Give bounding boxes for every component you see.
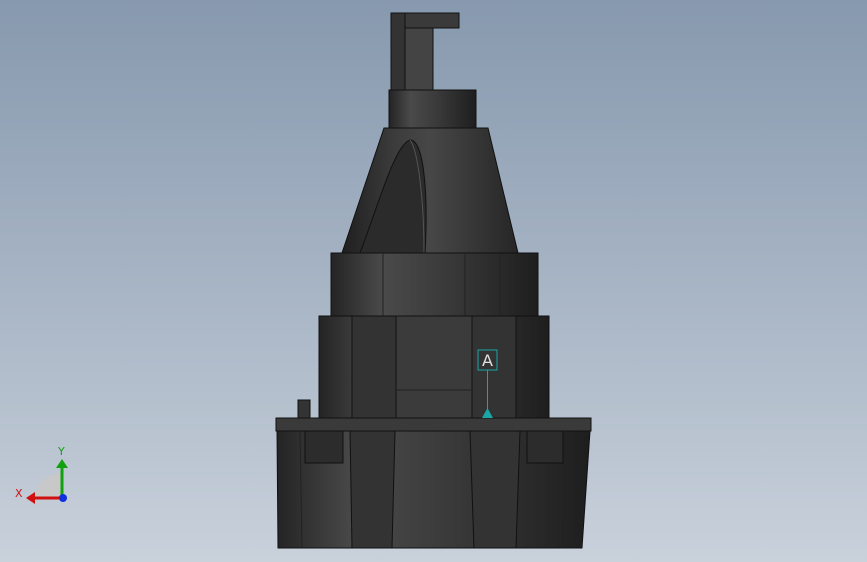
flange — [275, 417, 592, 432]
part-model[interactable] — [275, 12, 592, 549]
datum-a-label: A — [482, 351, 493, 370]
top-collar — [388, 89, 477, 129]
top-hook — [390, 12, 460, 94]
triad-plane-icon — [35, 473, 62, 500]
axis-triad[interactable]: Y X — [15, 445, 68, 504]
pin — [297, 399, 311, 419]
y-axis-label: Y — [57, 445, 65, 458]
upper-cylinder — [330, 252, 539, 317]
z-axis-icon — [59, 494, 67, 502]
graphics-viewport[interactable]: A Y X — [0, 0, 867, 562]
x-axis-label: X — [15, 487, 23, 500]
model-view[interactable]: A Y X — [0, 0, 867, 562]
